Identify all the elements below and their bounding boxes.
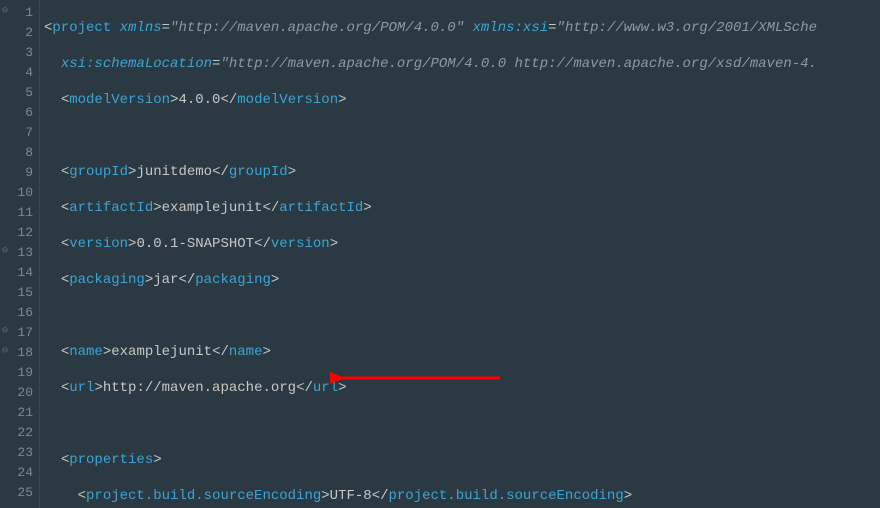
line-number: 22: [0, 422, 39, 442]
line-number: 21: [0, 402, 39, 422]
line-number: 9: [0, 162, 39, 182]
line-number: 25: [0, 482, 39, 502]
code-line[interactable]: <project.build.sourceEncoding>UTF-8</pro…: [44, 486, 880, 506]
code-line[interactable]: <groupId>junitdemo</groupId>: [44, 162, 880, 182]
code-line[interactable]: <project xmlns="http://maven.apache.org/…: [44, 18, 880, 38]
line-number: ⊖13: [0, 242, 39, 262]
code-line[interactable]: [44, 306, 880, 326]
line-number: 20: [0, 382, 39, 402]
line-number: 23: [0, 442, 39, 462]
line-number: 14: [0, 262, 39, 282]
code-line[interactable]: <modelVersion>4.0.0</modelVersion>: [44, 90, 880, 110]
fold-marker-icon[interactable]: ⊖: [2, 248, 10, 256]
line-number: 8: [0, 142, 39, 162]
line-number: 11: [0, 202, 39, 222]
line-number-gutter: ⊖1 2 3 4 5 6 7 8 9 10 11 12 ⊖13 14 15 16…: [0, 0, 40, 508]
line-number: 3: [0, 42, 39, 62]
code-editor[interactable]: ⊖1 2 3 4 5 6 7 8 9 10 11 12 ⊖13 14 15 16…: [0, 0, 880, 508]
code-line[interactable]: xsi:schemaLocation="http://maven.apache.…: [44, 54, 880, 74]
line-number: 24: [0, 462, 39, 482]
code-line[interactable]: <url>http://maven.apache.org</url>: [44, 378, 880, 398]
code-line[interactable]: <packaging>jar</packaging>: [44, 270, 880, 290]
line-number: ⊖18: [0, 342, 39, 362]
code-content[interactable]: <project xmlns="http://maven.apache.org/…: [40, 0, 880, 508]
line-number: 15: [0, 282, 39, 302]
line-number: ⊖1: [0, 2, 39, 22]
line-number: 12: [0, 222, 39, 242]
code-line[interactable]: <properties>: [44, 450, 880, 470]
code-line[interactable]: <version>0.0.1-SNAPSHOT</version>: [44, 234, 880, 254]
line-number: 7: [0, 122, 39, 142]
code-line[interactable]: [44, 414, 880, 434]
line-number: 2: [0, 22, 39, 42]
line-number: 5: [0, 82, 39, 102]
code-line[interactable]: [44, 126, 880, 146]
line-number: 16: [0, 302, 39, 322]
fold-marker-icon[interactable]: ⊖: [2, 8, 10, 16]
line-number: 4: [0, 62, 39, 82]
code-line[interactable]: <artifactId>examplejunit</artifactId>: [44, 198, 880, 218]
fold-marker-icon[interactable]: ⊖: [2, 348, 10, 356]
fold-marker-icon[interactable]: ⊖: [2, 328, 10, 336]
code-line[interactable]: <name>examplejunit</name>: [44, 342, 880, 362]
line-number: ⊖17: [0, 322, 39, 342]
line-number: 19: [0, 362, 39, 382]
line-number: 10: [0, 182, 39, 202]
line-number: 6: [0, 102, 39, 122]
